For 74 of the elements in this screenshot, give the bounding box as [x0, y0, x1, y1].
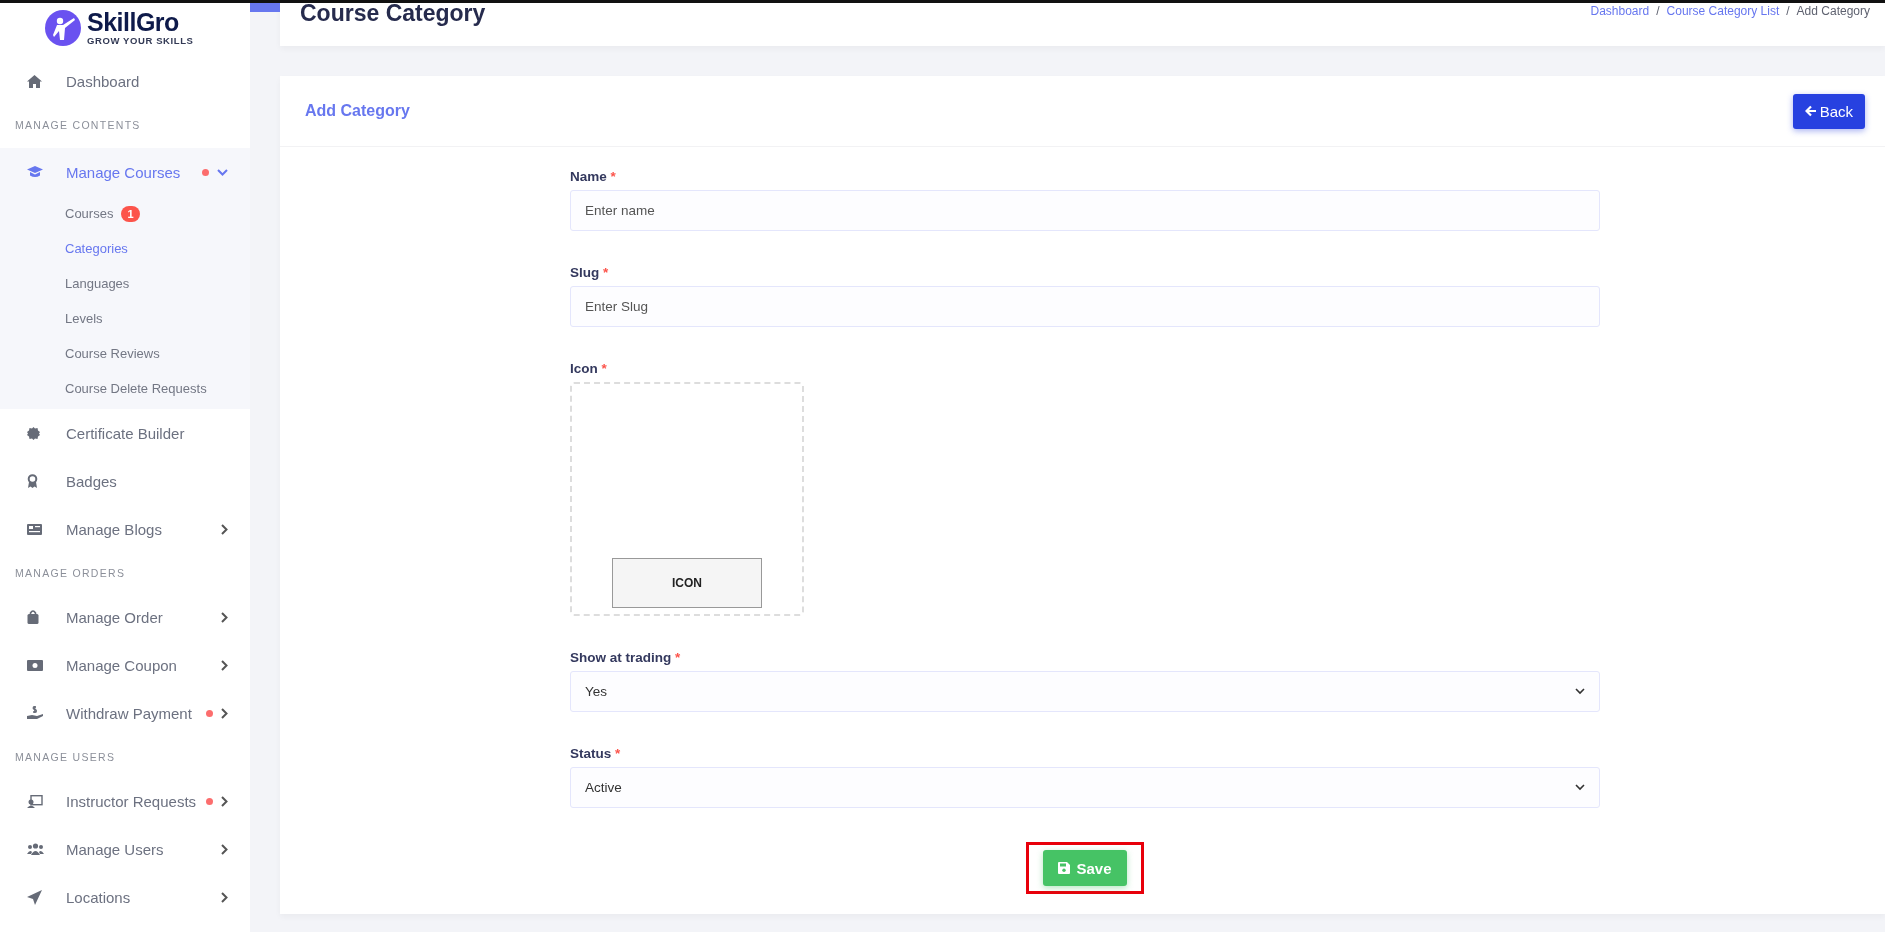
text-field[interactable]: Enter Slug: [570, 286, 1600, 327]
field-label: Show at trading: [570, 650, 672, 665]
sidebar-item[interactable]: Manage Order: [0, 593, 250, 641]
item-label: Badges: [66, 472, 118, 490]
users-icon: [27, 843, 44, 855]
sidebar-item[interactable]: Withdraw Payment: [0, 689, 250, 737]
section-heading: MANAGE CONTENTS: [14, 118, 142, 133]
seal-icon: [27, 426, 40, 440]
submenu-item[interactable]: Levels: [65, 311, 103, 326]
sidebar-item[interactable]: Instructor Requests: [0, 777, 250, 825]
arrow-left-icon: [1804, 105, 1817, 117]
brand-name: SkillGro: [87, 10, 180, 36]
required-mark: *: [675, 650, 681, 665]
breadcrumb-link[interactable]: Course Category List: [1666, 4, 1780, 18]
newspaper-icon: [27, 523, 42, 535]
sidebar-item[interactable]: Certificate Builder: [0, 409, 250, 457]
image-upload-area[interactable]: ICON: [570, 382, 804, 616]
card-title: Add Category: [305, 102, 410, 120]
breadcrumb-text: /: [1656, 4, 1660, 18]
required-mark: *: [610, 169, 616, 184]
breadcrumb-link[interactable]: Dashboard: [1590, 4, 1650, 18]
sidebar-item[interactable]: Badges: [0, 457, 250, 505]
sidebar-item[interactable]: Manage Courses: [0, 148, 250, 196]
submenu-item[interactable]: Course Reviews: [65, 346, 160, 361]
submenu-item[interactable]: Course Delete Requests: [65, 381, 207, 396]
required-mark: *: [615, 746, 621, 761]
caret-icon: [1575, 784, 1585, 791]
sidebar-item[interactable]: Manage Blogs: [0, 505, 250, 553]
caret-icon: [1575, 688, 1585, 695]
count-badge: 1: [121, 205, 140, 222]
logo-icon: [45, 10, 81, 46]
upload-button[interactable]: ICON: [612, 558, 762, 608]
field-label: Icon: [570, 361, 598, 376]
select-field[interactable]: Active: [570, 767, 1600, 808]
item-label: Manage Blogs: [66, 520, 163, 538]
graduation-cap-icon: [27, 166, 43, 178]
breadcrumb-text: Add Category: [1796, 4, 1870, 18]
section-heading: MANAGE ORDERS: [14, 566, 127, 581]
submenu-item[interactable]: Categories: [65, 241, 128, 256]
required-mark: *: [601, 361, 607, 376]
submenu-item[interactable]: Courses: [65, 206, 114, 221]
accent-bar: [250, 3, 280, 12]
item-label: Withdraw Payment: [66, 704, 193, 722]
required-mark: *: [603, 265, 609, 280]
section-heading: MANAGE USERS: [14, 750, 117, 765]
item-label: Manage Coupon: [66, 656, 178, 674]
item-label: Instructor Requests: [66, 792, 198, 810]
item-label: Locations: [66, 888, 132, 906]
paper-plane-icon: [27, 889, 42, 905]
field-label: Slug: [570, 265, 600, 280]
item-label: Manage Courses: [66, 163, 182, 181]
item-label: Manage Order: [66, 608, 164, 626]
award-icon: [27, 474, 38, 488]
sidebar-item[interactable]: Manage Coupon: [0, 641, 250, 689]
field-label: Name: [570, 169, 607, 184]
submenu-item[interactable]: Languages: [65, 276, 130, 291]
back-button[interactable]: Back: [1792, 93, 1865, 129]
item-label: Manage Users: [66, 840, 165, 858]
money-icon: [27, 659, 43, 671]
select-field[interactable]: Yes: [570, 671, 1600, 712]
brand-tagline: GROW YOUR SKILLS: [87, 36, 194, 46]
breadcrumb-text: /: [1786, 4, 1790, 18]
page-title: Course Category: [300, 3, 486, 25]
id-card-icon: [27, 794, 43, 808]
sidebar-item[interactable]: Locations: [0, 873, 250, 921]
home-icon: [27, 74, 42, 88]
shopping-bag-icon: [27, 610, 39, 624]
field-label: Status: [570, 746, 612, 761]
sidebar-item[interactable]: Dashboard: [0, 57, 250, 105]
item-label: Dashboard: [66, 72, 141, 90]
hand-dollar-icon: [27, 706, 43, 720]
item-label: Certificate Builder: [66, 424, 186, 442]
text-field[interactable]: Enter name: [570, 190, 1600, 231]
sidebar-item[interactable]: Manage Users: [0, 825, 250, 873]
